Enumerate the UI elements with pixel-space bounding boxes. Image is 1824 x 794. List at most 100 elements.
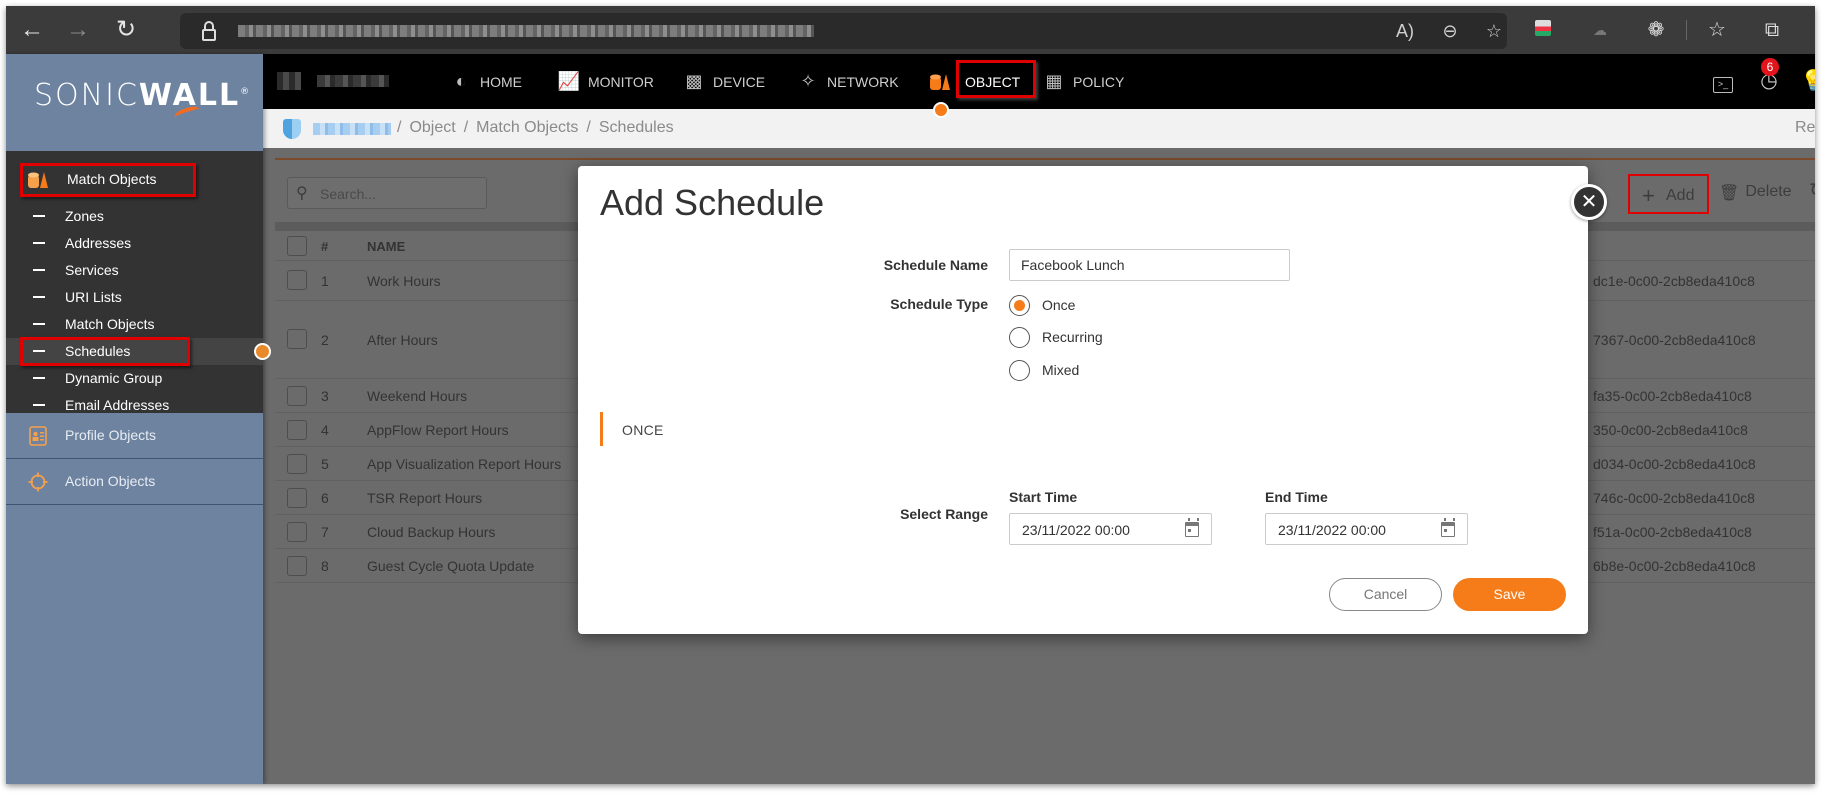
calendar-icon[interactable] — [1185, 518, 1199, 537]
nav-network[interactable]: ✧ NETWORK — [797, 54, 898, 109]
row-checkbox[interactable] — [287, 488, 307, 508]
row-checkbox[interactable] — [287, 522, 307, 542]
breadcrumb-right-text[interactable]: Re — [1795, 119, 1815, 137]
match-objects-menu: Match Objects Zones Addresses Services U… — [6, 151, 271, 413]
end-time-input[interactable]: 23/11/2022 00:00 — [1265, 513, 1468, 545]
start-time-input[interactable]: 23/11/2022 00:00 — [1009, 513, 1212, 545]
save-button[interactable]: Save — [1453, 578, 1566, 611]
device-name-redacted[interactable] — [277, 72, 389, 90]
active-nav-indicator — [933, 102, 949, 118]
radio-recurring[interactable] — [1009, 326, 1030, 348]
chrome-extension-icon[interactable] — [1527, 14, 1559, 46]
add-schedule-dialog: Add Schedule ✕ Schedule Name Schedule Ty… — [578, 166, 1607, 634]
close-icon[interactable]: ✕ — [1571, 184, 1607, 220]
add-button[interactable]: + Add — [1628, 174, 1709, 214]
shield-icon — [283, 119, 301, 139]
end-time-label: End Time — [1265, 489, 1328, 505]
dashboard-gauge-icon: ◐ — [455, 71, 467, 91]
nav-device[interactable]: ▩ DEVICE — [683, 54, 765, 109]
logo-area: SONICWALL® — [6, 54, 263, 151]
sidebar-section-profile-objects[interactable]: Profile Objects — [6, 413, 263, 459]
row-checkbox[interactable] — [287, 556, 307, 576]
top-navigation: ◐ HOME 📈 MONITOR ▩ DEVICE ✧ NETWORK OBJE… — [263, 54, 1815, 118]
start-time-label: Start Time — [1009, 489, 1078, 505]
add-favorite-icon[interactable]: ☆ — [1480, 17, 1508, 45]
section-accent-bar — [600, 412, 603, 446]
select-all-checkbox[interactable] — [287, 236, 307, 256]
back-arrow-icon[interactable]: ← — [16, 14, 48, 46]
screenshot-frame: ← → ↻ A) ⊖ ☆ ☁ ❁ ☆ ⧉ SONICWALL® Match Ob… — [6, 6, 1815, 784]
schedule-type-mixed[interactable]: Mixed — [1009, 359, 1079, 381]
cancel-button[interactable]: Cancel — [1329, 578, 1442, 611]
plus-icon: + — [1642, 183, 1655, 208]
url-redacted — [238, 25, 814, 37]
read-aloud-icon[interactable]: A) — [1391, 17, 1419, 45]
device-monitor-icon: ▩ — [685, 71, 703, 91]
row-checkbox[interactable] — [287, 454, 307, 474]
schedule-type-once[interactable]: Once — [1009, 294, 1075, 316]
action-objects-icon — [28, 472, 48, 492]
five9-extension-icon[interactable]: ☁ — [1584, 14, 1616, 46]
schedule-name-input[interactable] — [1009, 249, 1290, 281]
search-icon: ⚲ — [296, 185, 308, 202]
address-bar[interactable]: A) ⊖ ☆ — [180, 13, 1507, 49]
sidebar: SONICWALL® Match Objects Zones Addresses — [6, 54, 271, 784]
sidebar-item-schedules[interactable]: Schedules — [6, 337, 271, 366]
sonicwall-logo[interactable]: SONICWALL® — [34, 78, 251, 113]
terminal-icon[interactable]: >_ — [1708, 66, 1738, 96]
dash-icon — [33, 215, 45, 217]
refresh-icon[interactable]: ↻ — [1809, 178, 1815, 203]
lightbulb-icon[interactable]: 💡 — [1798, 66, 1815, 96]
calendar-icon[interactable] — [1441, 518, 1455, 537]
dash-icon — [33, 242, 45, 244]
row-checkbox[interactable] — [287, 386, 307, 406]
sidebar-item-addresses[interactable]: Addresses — [6, 230, 263, 257]
sidebar-item-match-objects[interactable]: Match Objects — [6, 311, 263, 338]
schedule-type-recurring[interactable]: Recurring — [1009, 326, 1103, 348]
dash-icon — [33, 269, 45, 271]
trash-icon: 🗑 — [1719, 185, 1740, 202]
collections-icon[interactable]: ⧉ — [1756, 14, 1788, 46]
row-checkbox[interactable] — [287, 420, 307, 440]
schedule-name-label: Schedule Name — [883, 257, 988, 273]
dash-icon — [33, 377, 45, 379]
sidebar-item-zones[interactable]: Zones — [6, 203, 263, 230]
network-nodes-icon: ✧ — [800, 71, 816, 91]
sidebar-item-services[interactable]: Services — [6, 257, 263, 284]
breadcrumb-device-redacted[interactable] — [313, 123, 391, 135]
nav-policy[interactable]: ▦ POLICY — [1043, 54, 1124, 109]
refresh-icon[interactable]: ↻ — [110, 14, 142, 46]
dash-icon — [33, 323, 45, 325]
zoom-out-icon[interactable]: ⊖ — [1436, 17, 1464, 45]
sidebar-group-match-objects[interactable]: Match Objects — [20, 163, 196, 197]
row-checkbox[interactable] — [287, 329, 307, 349]
extensions-puzzle-icon[interactable]: ❁ — [1640, 14, 1672, 46]
toolbar-divider — [1686, 20, 1687, 40]
breadcrumb-object[interactable]: Object — [409, 119, 455, 137]
row-checkbox[interactable] — [287, 270, 307, 290]
lock-icon[interactable] — [202, 21, 216, 41]
active-indicator-dot — [254, 343, 271, 360]
radio-once[interactable] — [1009, 294, 1030, 316]
divider — [275, 158, 1815, 160]
profile-objects-icon — [29, 426, 47, 446]
sidebar-item-uri-lists[interactable]: URI Lists — [6, 284, 263, 311]
schedule-type-label: Schedule Type — [890, 296, 988, 312]
dash-icon — [33, 296, 45, 298]
favorites-icon[interactable]: ☆ — [1701, 14, 1733, 46]
forward-arrow-icon[interactable]: → — [62, 14, 94, 46]
select-range-label: Select Range — [900, 506, 988, 522]
object-icon — [930, 73, 950, 90]
breadcrumb-schedules: Schedules — [598, 119, 674, 136]
delete-button[interactable]: 🗑 Delete — [1719, 183, 1792, 203]
sidebar-section-action-objects[interactable]: Action Objects — [6, 459, 263, 505]
highlight-box — [956, 60, 1036, 98]
breadcrumb: / Object / Match Objects / Schedules Re — [263, 109, 1815, 148]
radio-mixed[interactable] — [1009, 359, 1030, 381]
nav-home[interactable]: ◐ HOME — [450, 54, 522, 109]
sidebar-item-dynamic-group[interactable]: Dynamic Group — [6, 365, 263, 392]
dialog-title: Add Schedule — [600, 182, 825, 223]
nav-monitor[interactable]: 📈 MONITOR — [558, 54, 654, 109]
breadcrumb-match-objects[interactable]: Match Objects — [476, 119, 578, 137]
search-input[interactable]: ⚲ Search... — [287, 177, 487, 209]
